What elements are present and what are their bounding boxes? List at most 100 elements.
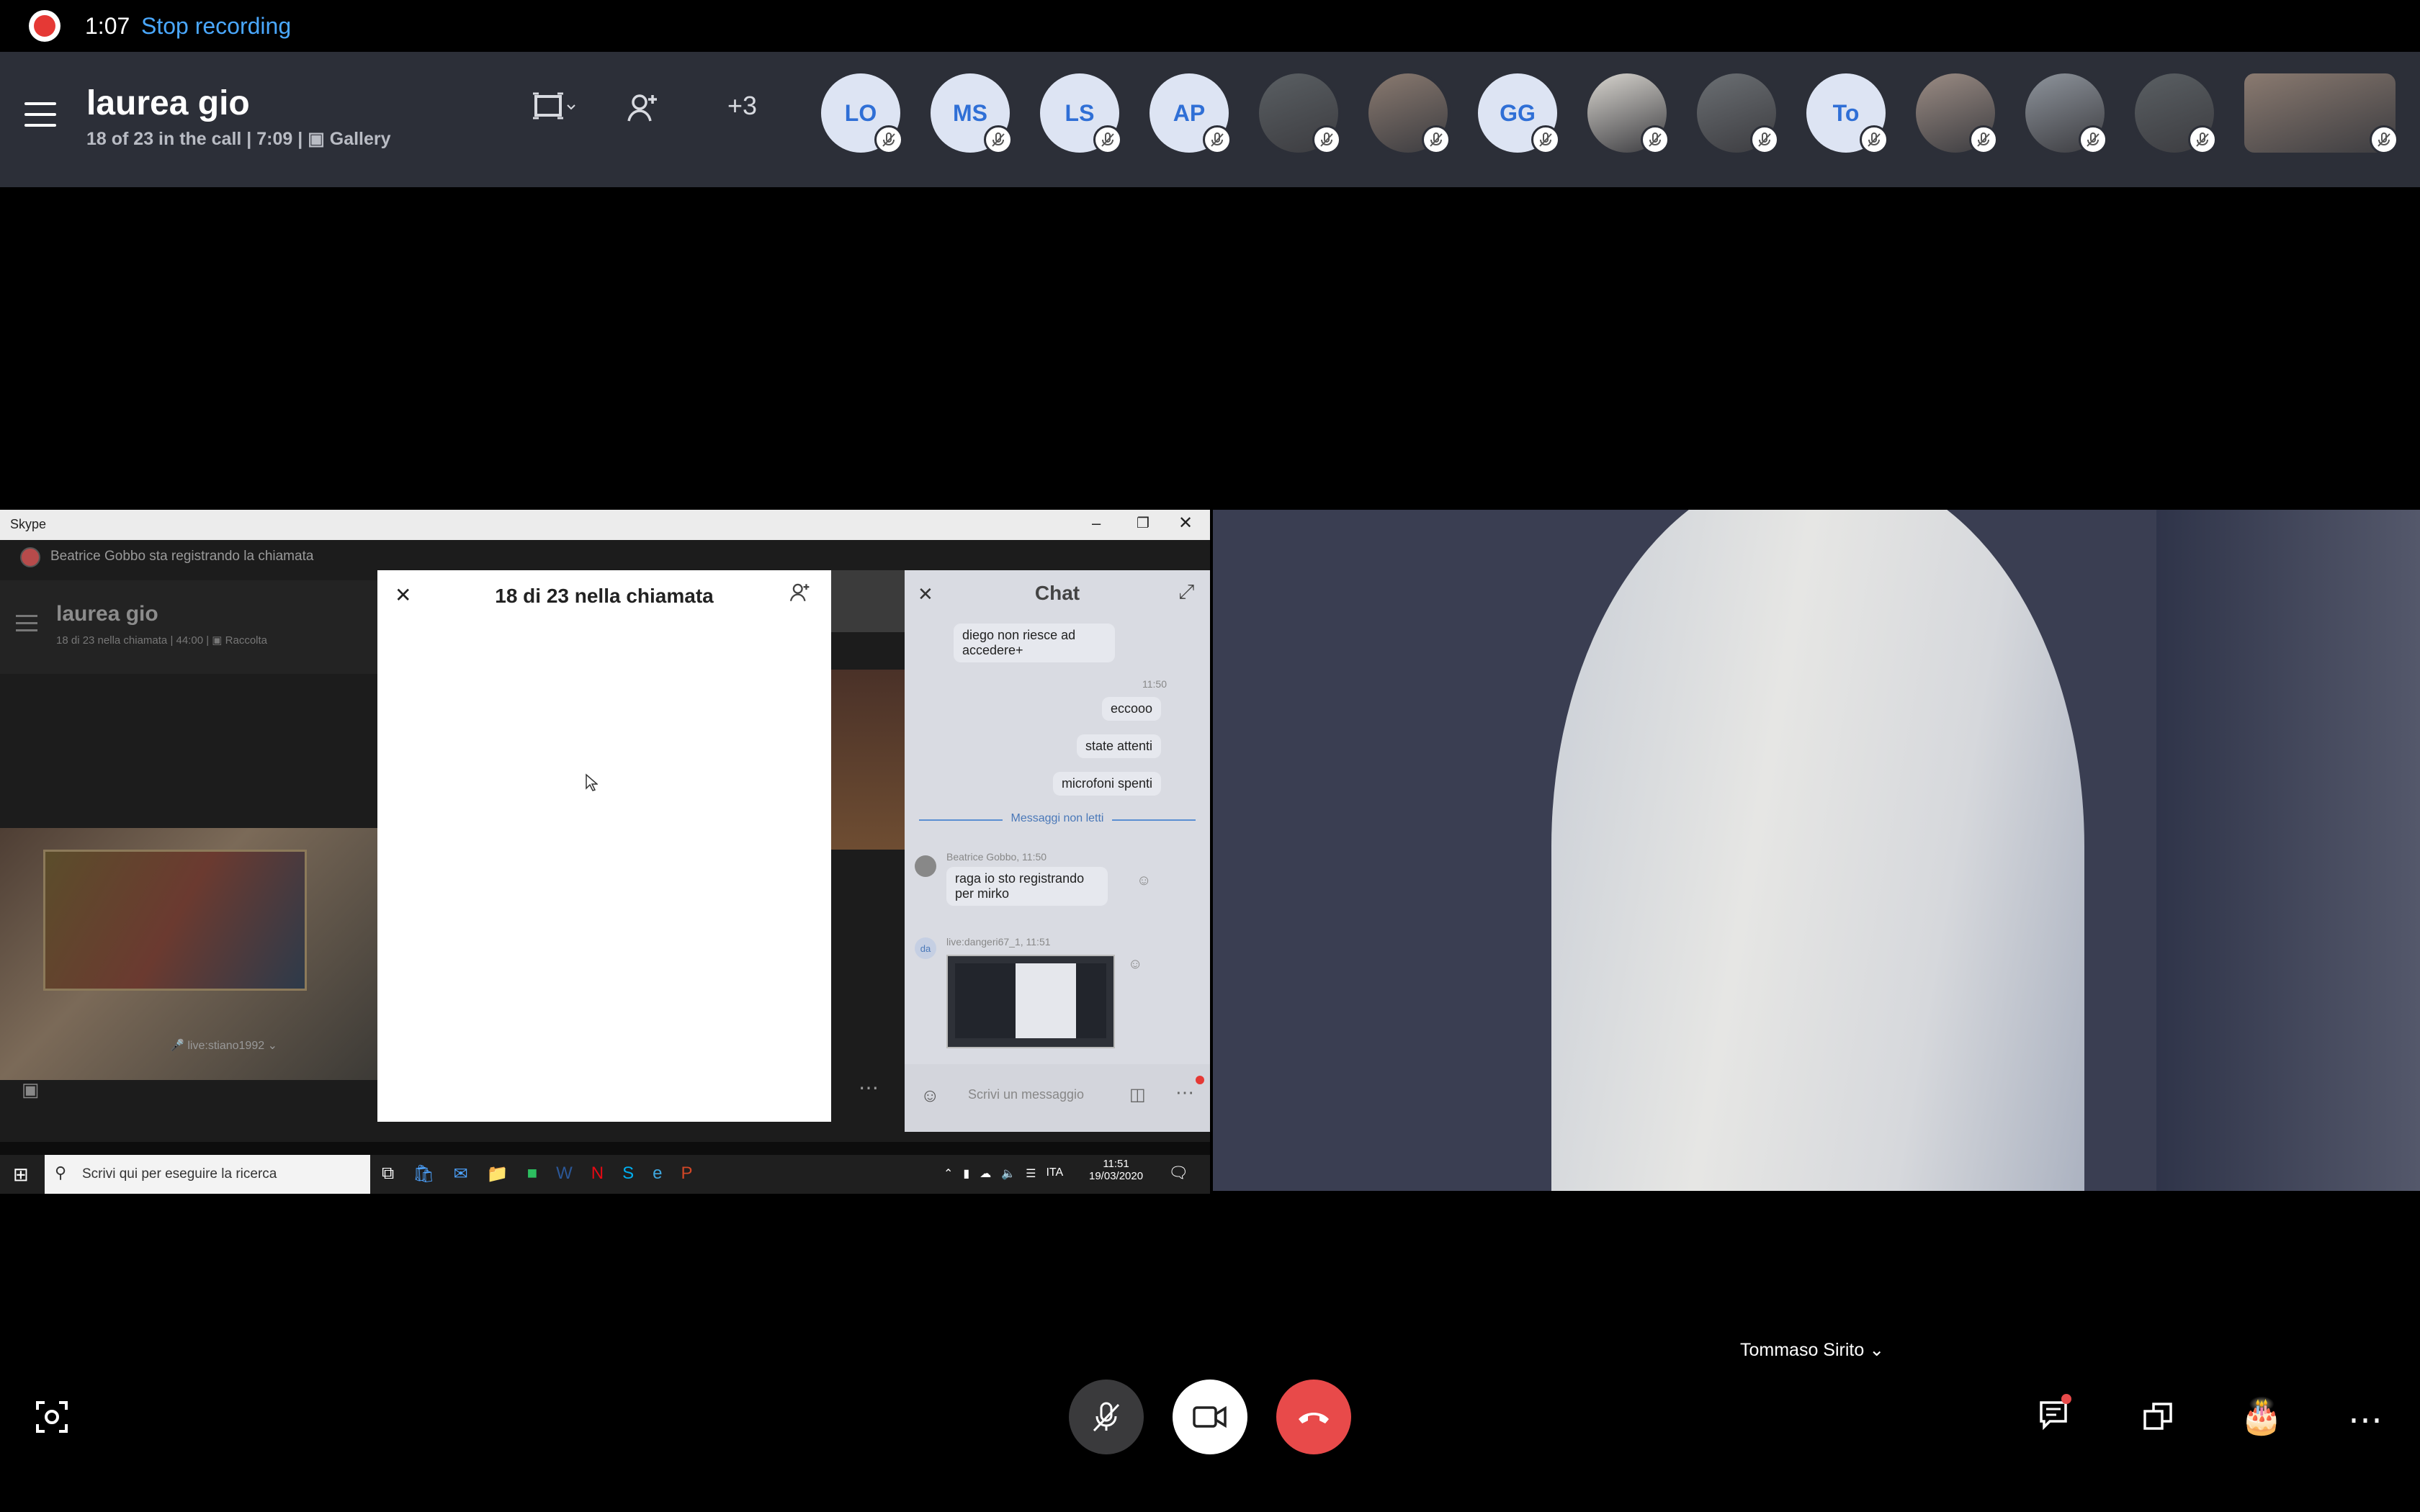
store-icon[interactable]: 🛍	[413, 1164, 434, 1184]
message-sender: live:dangeri67_1, 11:51	[946, 936, 1051, 948]
skype-icon[interactable]: S	[622, 1164, 634, 1184]
avatar-initials: AP	[1173, 99, 1206, 126]
windows-taskbar: ⊞ ⚲ Scrivi qui per eseguire la ricerca ⧉…	[0, 1155, 1210, 1194]
participant-avatar[interactable]: LO	[818, 71, 903, 156]
mic-off-icon	[1860, 125, 1888, 154]
more-icon[interactable]: ⋯	[859, 1076, 879, 1099]
emoji-reaction-icon[interactable]: ☺	[1128, 956, 1142, 973]
action-center-icon[interactable]: 🗨	[1168, 1164, 1188, 1182]
participant-avatar[interactable]	[1256, 71, 1341, 156]
recording-time: 1:07	[85, 13, 130, 39]
add-participant-button[interactable]	[627, 92, 660, 131]
powerpoint-icon[interactable]: P	[681, 1164, 692, 1184]
participant-avatar[interactable]	[1694, 71, 1779, 156]
gallery-icon: ▣	[212, 634, 223, 647]
chat-message: microfoni spenti	[1052, 772, 1161, 796]
hang-up-button[interactable]	[1276, 1380, 1351, 1454]
more-icon[interactable]: ⋯	[1175, 1081, 1194, 1104]
menu-icon[interactable]	[16, 615, 37, 631]
notification-dot	[1196, 1076, 1204, 1084]
participant-avatar[interactable]	[1366, 71, 1451, 156]
screenshot-button[interactable]	[35, 1400, 69, 1438]
mail-icon[interactable]: ✉	[454, 1164, 468, 1184]
participant-avatar[interactable]	[2132, 71, 2217, 156]
recording-indicator-icon	[29, 10, 60, 42]
mic-off-icon	[2079, 125, 2107, 154]
avatar-initials: LO	[844, 99, 877, 126]
video-button[interactable]	[1173, 1380, 1247, 1454]
participant-avatar[interactable]	[2241, 71, 2398, 156]
mouse-cursor-icon	[585, 773, 599, 796]
mic-off-icon	[1093, 125, 1122, 154]
chat-message: state attenti	[1076, 734, 1161, 758]
stop-recording-link[interactable]: Stop recording	[141, 10, 291, 42]
tray-chevron-icon[interactable]: ⌃	[944, 1166, 953, 1181]
network-icon[interactable]: ☰	[1026, 1166, 1036, 1181]
onedrive-icon[interactable]: ☁	[980, 1166, 991, 1181]
view-mode-label[interactable]: Gallery	[330, 129, 391, 149]
volume-icon[interactable]: 🔈	[1001, 1166, 1016, 1181]
task-view-icon[interactable]: ⧉	[382, 1164, 394, 1184]
participant-avatar[interactable]	[1913, 71, 1998, 156]
speaker-name[interactable]: Tommaso Sirito ⌄	[1740, 1339, 1884, 1361]
participant-avatar[interactable]: GG	[1475, 71, 1560, 156]
evernote-icon[interactable]: ■	[527, 1164, 538, 1184]
painting-image	[43, 850, 307, 991]
notification-dot	[2061, 1394, 2071, 1404]
attach-icon[interactable]: ◫	[1129, 1084, 1146, 1105]
emoji-reaction-icon[interactable]: ☺	[1137, 873, 1151, 889]
battery-icon[interactable]: ▮	[963, 1166, 969, 1181]
inner-call-title: laurea gio	[56, 602, 158, 626]
word-icon[interactable]: W	[556, 1164, 573, 1184]
add-person-icon[interactable]	[789, 582, 811, 607]
chat-panel: ✕ Chat ⤢ diego non riesce ad accedere+ 1…	[905, 570, 1210, 1132]
participant-avatar[interactable]	[1585, 71, 1670, 156]
screenshot-icon[interactable]: ▣	[22, 1079, 40, 1101]
more-icon: ⋯	[2348, 1401, 2383, 1439]
restore-icon[interactable]: ❐	[1137, 514, 1150, 532]
reactions-button[interactable]: 🎂	[2240, 1395, 2283, 1436]
participant-avatar[interactable]: AP	[1147, 71, 1232, 156]
participant-avatar[interactable]: LS	[1037, 71, 1122, 156]
mic-off-icon	[1750, 125, 1779, 154]
search-placeholder: Scrivi qui per eseguire la ricerca	[82, 1166, 277, 1182]
edge-icon[interactable]: e	[653, 1164, 662, 1184]
avatar	[915, 855, 936, 877]
search-icon: ⚲	[55, 1164, 67, 1182]
shared-image[interactable]	[946, 955, 1115, 1048]
mute-button[interactable]	[1069, 1380, 1144, 1454]
mic-off-icon: 🎤	[170, 1040, 184, 1052]
mic-off-icon	[2370, 125, 2398, 154]
message-input[interactable]: Scrivi un messaggio	[968, 1087, 1084, 1102]
system-tray: ⌃ ▮ ☁ 🔈 ☰ ITA	[944, 1166, 1063, 1181]
participant-avatar[interactable]: To	[1803, 71, 1888, 156]
participant-avatar[interactable]	[2022, 71, 2107, 156]
video-camera-icon	[1193, 1405, 1227, 1428]
share-screen-button[interactable]	[2142, 1400, 2175, 1436]
windows-start-icon[interactable]: ⊞	[13, 1164, 29, 1186]
more-options-button[interactable]: ⋯	[2348, 1400, 2383, 1440]
taskbar-clock[interactable]: 11:51 19/03/2020	[1089, 1158, 1143, 1182]
avatar-initials: MS	[953, 99, 987, 126]
avatar-initials: GG	[1500, 99, 1536, 126]
layout-switch-button[interactable]	[532, 89, 578, 132]
layout-icon	[533, 92, 575, 120]
file-explorer-icon[interactable]: 📁	[487, 1164, 508, 1184]
chat-button[interactable]	[2037, 1394, 2074, 1438]
menu-icon[interactable]	[24, 102, 56, 127]
more-participants-button[interactable]: +3	[727, 91, 757, 121]
mic-off-icon	[1641, 125, 1670, 154]
mic-off-icon	[1312, 125, 1341, 154]
minimize-icon[interactable]: –	[1092, 514, 1101, 533]
taskbar-search[interactable]: ⚲ Scrivi qui per eseguire la ricerca	[45, 1155, 370, 1194]
video-thumb	[831, 670, 905, 850]
participant-avatar[interactable]: MS	[928, 71, 1013, 156]
close-icon[interactable]: ✕	[1178, 513, 1193, 534]
emoji-icon[interactable]: ☺	[920, 1084, 940, 1107]
expand-icon[interactable]: ⤢	[1178, 580, 1194, 604]
netflix-icon[interactable]: N	[591, 1164, 604, 1184]
chat-message: raga io sto registrando per mirko	[946, 867, 1108, 906]
call-status: 18 of 23 in the call | 7:09	[86, 129, 293, 149]
language-indicator[interactable]: ITA	[1046, 1166, 1063, 1181]
tile-name-label: 🎤 live:stiano1992 ⌄	[170, 1040, 277, 1052]
